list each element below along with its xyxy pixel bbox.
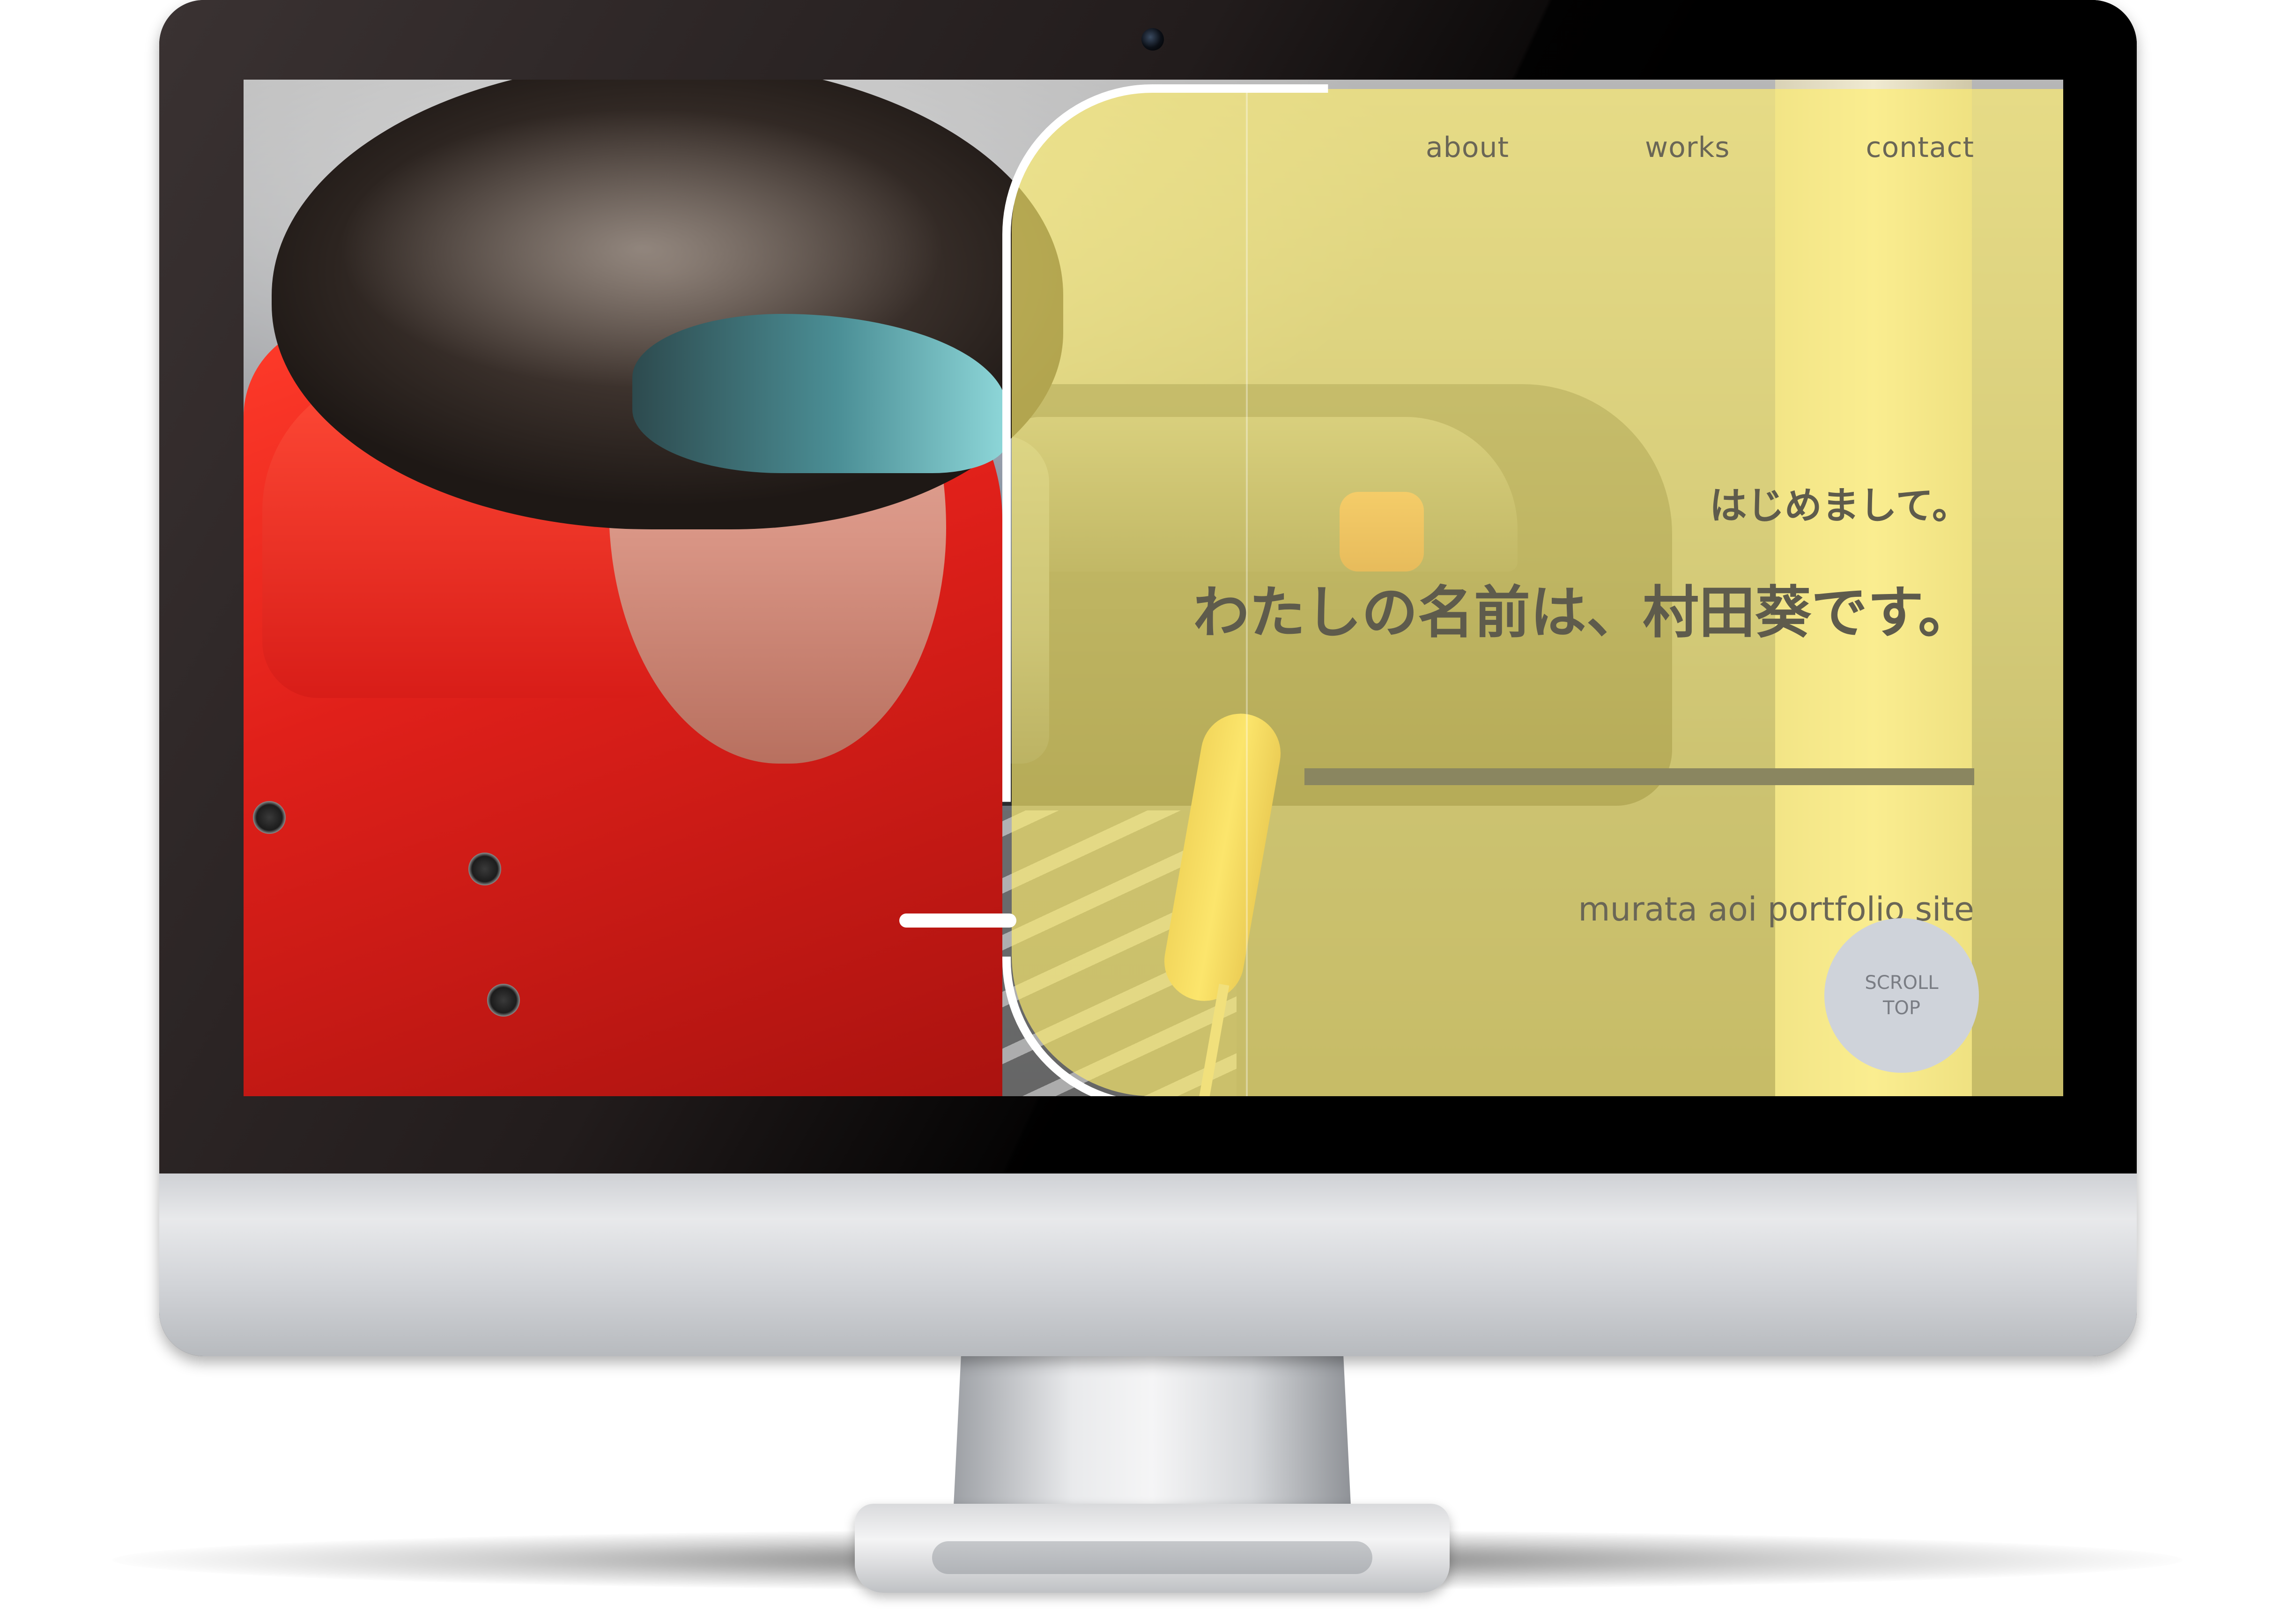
mockup-scene: about works contact はじめまして。 わたしの名前は、村田葵で… bbox=[0, 0, 2296, 1619]
main-nav: about works contact bbox=[1290, 131, 1974, 164]
photo-jacket-snap bbox=[468, 853, 501, 885]
monitor-stand-base-recess bbox=[932, 1541, 1372, 1574]
monitor-chin bbox=[159, 1173, 2137, 1356]
scroll-top-label-line1: SCROLL bbox=[1865, 972, 1939, 994]
white-frame-tick bbox=[899, 913, 1016, 928]
photo-jacket-snap bbox=[487, 984, 520, 1017]
nav-works-link[interactable]: works bbox=[1645, 131, 1730, 164]
scroll-top-label-line2: TOP bbox=[1882, 997, 1921, 1019]
nav-contact-link[interactable]: contact bbox=[1866, 131, 1974, 164]
nav-about-link[interactable]: about bbox=[1426, 131, 1509, 164]
website-screen: about works contact はじめまして。 わたしの名前は、村田葵で… bbox=[244, 80, 2063, 1096]
photo-jacket-snap bbox=[253, 801, 286, 834]
camera-icon bbox=[1141, 28, 1164, 51]
greeting-subtitle: はじめまして。 bbox=[1709, 484, 1970, 527]
scroll-top-button[interactable]: SCROLL TOP bbox=[1824, 918, 1979, 1073]
greeting-title: わたしの名前は、村田葵です。 bbox=[1193, 580, 1974, 646]
decorative-bar bbox=[1304, 768, 1974, 785]
